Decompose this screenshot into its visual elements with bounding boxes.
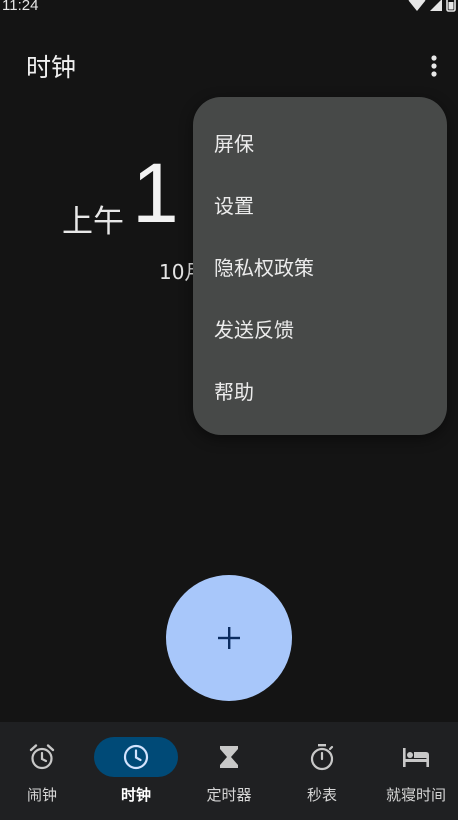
overflow-menu: 屏保 设置 隐私权政策 发送反馈 帮助 — [193, 97, 447, 435]
nav-icon-container — [374, 737, 458, 777]
menu-item-screensaver[interactable]: 屏保 — [193, 112, 447, 172]
more-vert-icon — [431, 55, 437, 77]
hourglass-icon — [220, 746, 238, 768]
app-title: 时钟 — [26, 53, 77, 82]
nav-item-clock[interactable]: 时钟 — [94, 722, 178, 820]
menu-item-settings[interactable]: 设置 — [193, 174, 447, 234]
alarm-icon — [29, 744, 55, 770]
clock-icon — [123, 744, 149, 770]
nav-active-indicator — [94, 737, 178, 777]
nav-label-clock: 时钟 — [120, 786, 151, 804]
menu-item-help[interactable]: 帮助 — [193, 360, 447, 420]
nav-icon-container — [187, 737, 271, 777]
nav-label-stopwatch: 秒表 — [306, 786, 337, 804]
status-bar: 11:24 — [0, 0, 458, 18]
stopwatch-icon — [310, 744, 334, 771]
status-time: 11:24 — [2, 0, 39, 14]
nav-label-timer: 定时器 — [206, 786, 252, 804]
menu-item-send-feedback[interactable]: 发送反馈 — [193, 298, 447, 358]
nav-item-alarm[interactable]: 闹钟 — [0, 722, 84, 820]
battery-icon — [446, 0, 456, 12]
bed-icon — [403, 748, 429, 767]
nav-icon-container — [280, 737, 364, 777]
clock-ampm: 上午 — [62, 204, 124, 240]
nav-icon-container — [0, 737, 84, 777]
clock-time: 1 — [132, 146, 179, 240]
nav-item-timer[interactable]: 定时器 — [187, 722, 271, 820]
add-icon — [218, 627, 240, 649]
add-city-button[interactable] — [166, 575, 292, 701]
menu-item-privacy-policy[interactable]: 隐私权政策 — [193, 236, 447, 296]
nav-item-bedtime[interactable]: 就寝时间 — [374, 722, 458, 820]
bottom-navigation: 闹钟 时钟 定时器 秒表 就寝时间 — [0, 722, 458, 820]
nav-item-stopwatch[interactable]: 秒表 — [280, 722, 364, 820]
nav-label-bedtime: 就寝时间 — [385, 786, 446, 804]
nav-label-alarm: 闹钟 — [26, 786, 57, 804]
wifi-icon — [408, 0, 426, 11]
clock-app-screen: 11:24 时钟 上午 1 10月 屏保 设置 隐私权政策 发送反馈 帮助 闹钟… — [0, 0, 458, 820]
status-icons — [408, 0, 456, 14]
more-options-button[interactable] — [418, 50, 450, 82]
signal-icon — [430, 0, 442, 11]
